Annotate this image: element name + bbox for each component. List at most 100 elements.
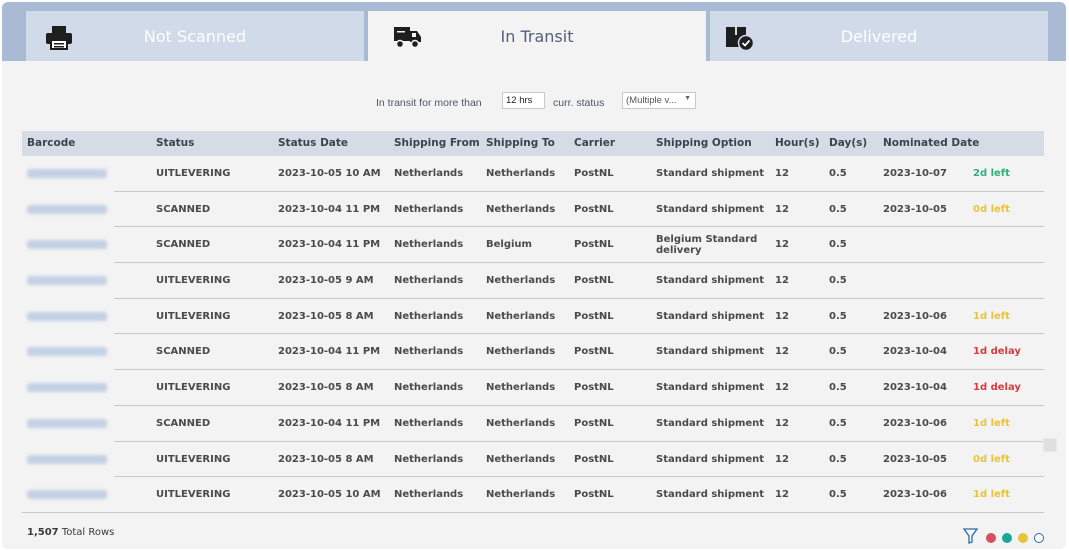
cell-to: Netherlands	[486, 382, 556, 394]
cell-carrier: PostNL	[574, 203, 614, 215]
cell-hours: 12	[775, 346, 789, 358]
column-header-nominated-date[interactable]: Nominated Date	[883, 137, 979, 149]
table-row[interactable]: SCANNED 2023-10-04 11 PM Netherlands Nether…	[22, 191, 1044, 228]
table-body: UITLEVERING 2023-10-05 10 AM Netherlands Ne…	[22, 156, 1044, 513]
filter-icon[interactable]	[963, 528, 978, 544]
cell-option: Standard shipment	[656, 453, 765, 465]
table-header: Barcode Status Status Date Shipping From…	[22, 131, 1044, 156]
column-header-status-date[interactable]: Status Date	[278, 137, 348, 149]
cell-nominated: 2023-10-06	[883, 417, 947, 429]
cell-date: 2023-10-05 10 AM	[278, 168, 381, 179]
cell-option: Standard shipment	[656, 489, 765, 501]
cell-hours: 12	[775, 239, 789, 251]
column-header-hours[interactable]: Hour(s)	[775, 137, 820, 149]
table-row[interactable]: SCANNED 2023-10-04 11 PM Netherlands Nether…	[22, 334, 1044, 371]
barcode-redacted	[27, 276, 107, 286]
cell-status: UITLEVERING	[156, 310, 231, 322]
tab-not-scanned[interactable]: Not Scanned	[26, 11, 364, 61]
cell-hours: 12	[775, 453, 789, 465]
barcode-redacted	[27, 204, 107, 214]
cell-carrier: PostNL	[574, 346, 614, 358]
tab-delivered[interactable]: Delivered	[710, 11, 1048, 61]
legend-dot-red[interactable]	[986, 533, 996, 543]
cell-nominated: 2023-10-06	[883, 489, 947, 501]
cell-flag: 1d left	[973, 417, 1010, 429]
status-filter-value: (Multiple v...	[626, 95, 677, 106]
cell-status: SCANNED	[156, 417, 211, 429]
cell-days: 0.5	[829, 346, 847, 358]
filter-bar: In transit for more than 12 hrs curr. st…	[2, 92, 1066, 112]
cell-nominated: 2023-10-04	[883, 382, 947, 394]
cell-to: Netherlands	[486, 275, 556, 287]
cell-option: Standard shipment	[656, 310, 765, 322]
barcode-redacted	[27, 311, 107, 321]
table-row[interactable]: UITLEVERING 2023-10-05 10 AM Netherlands Ne…	[22, 477, 1044, 513]
cell-from: Netherlands	[394, 346, 464, 358]
cell-from: Netherlands	[394, 453, 464, 465]
in-transit-hours-input[interactable]: 12 hrs	[502, 92, 545, 109]
column-header-barcode[interactable]: Barcode	[27, 137, 75, 149]
cell-hours: 12	[775, 382, 789, 394]
cell-status: UITLEVERING	[156, 489, 231, 501]
table-row[interactable]: SCANNED 2023-10-04 11 PM Netherlands Belgiu…	[22, 227, 1044, 264]
row-divider	[22, 511, 1044, 513]
app-frame: Not Scanned In Transit Delivered In tran…	[2, 2, 1066, 549]
cell-option: Standard shipment	[656, 346, 765, 358]
cell-flag: 1d delay	[973, 382, 1021, 394]
tab-in-transit[interactable]: In Transit	[368, 11, 706, 61]
cell-status: UITLEVERING	[156, 453, 231, 465]
cell-date: 2023-10-05 8 AM	[278, 453, 374, 465]
table-row[interactable]: UITLEVERING 2023-10-05 10 AM Netherlands Ne…	[22, 156, 1044, 192]
cell-to: Netherlands	[486, 168, 556, 179]
cell-hours: 12	[775, 310, 789, 322]
legend-dot-teal[interactable]	[1002, 533, 1012, 543]
cell-date: 2023-10-04 11 PM	[278, 239, 381, 251]
table-row[interactable]: UITLEVERING 2023-10-05 8 AM Netherlands Net…	[22, 370, 1044, 406]
table-row[interactable]: UITLEVERING 2023-10-05 8 AM Netherlands Net…	[22, 298, 1044, 335]
cell-from: Netherlands	[394, 310, 464, 322]
column-header-carrier[interactable]: Carrier	[574, 137, 615, 149]
cell-hours: 12	[775, 203, 789, 215]
column-header-shipping-to[interactable]: Shipping To	[486, 137, 555, 149]
cell-nominated: 2023-10-06	[883, 310, 947, 322]
cell-status: UITLEVERING	[156, 382, 231, 394]
status-filter-dropdown[interactable]: (Multiple v... ▼	[622, 92, 696, 109]
cell-nominated: 2023-10-07	[883, 168, 947, 179]
barcode-redacted	[27, 454, 107, 464]
column-header-status[interactable]: Status	[156, 137, 194, 149]
tab-label: Delivered	[840, 26, 918, 46]
column-header-days[interactable]: Day(s)	[829, 137, 867, 149]
chevron-down-icon: ▼	[684, 95, 691, 102]
column-header-shipping-option[interactable]: Shipping Option	[656, 137, 752, 149]
status-filter-label: curr. status	[553, 97, 605, 109]
cell-carrier: PostNL	[574, 275, 614, 287]
legend-dot-white[interactable]	[1034, 533, 1044, 543]
cell-to: Netherlands	[486, 203, 556, 215]
table-row[interactable]: UITLEVERING 2023-10-05 8 AM Netherlands Net…	[22, 441, 1044, 478]
in-transit-label: In transit for more than	[376, 97, 482, 109]
cell-days: 0.5	[829, 275, 847, 287]
column-header-shipping-from[interactable]: Shipping From	[394, 137, 480, 149]
legend-dot-yellow[interactable]	[1018, 533, 1028, 543]
scrollbar-thumb[interactable]	[1043, 438, 1057, 452]
cell-from: Netherlands	[394, 489, 464, 501]
cell-flag: 0d left	[973, 453, 1010, 465]
cell-days: 0.5	[829, 239, 847, 251]
cell-to: Netherlands	[486, 310, 556, 322]
cell-option: Standard shipment	[656, 168, 765, 179]
barcode-redacted	[27, 418, 107, 428]
tab-bar: Not Scanned In Transit Delivered	[2, 2, 1066, 61]
cell-days: 0.5	[829, 417, 847, 429]
table-row[interactable]: SCANNED 2023-10-04 11 PM Netherlands Nether…	[22, 405, 1044, 442]
cell-flag: 1d left	[973, 489, 1010, 501]
total-rows-count: 1,507	[27, 527, 59, 538]
cell-option: Standard shipment	[656, 203, 765, 215]
cell-to: Belgium	[486, 239, 532, 251]
cell-days: 0.5	[829, 203, 847, 215]
cell-carrier: PostNL	[574, 239, 614, 251]
cell-option: Standard shipment	[656, 382, 765, 394]
table-row[interactable]: UITLEVERING 2023-10-05 9 AM Netherlands Net…	[22, 263, 1044, 299]
barcode-redacted	[27, 490, 107, 500]
cell-carrier: PostNL	[574, 382, 614, 394]
cell-from: Netherlands	[394, 275, 464, 287]
